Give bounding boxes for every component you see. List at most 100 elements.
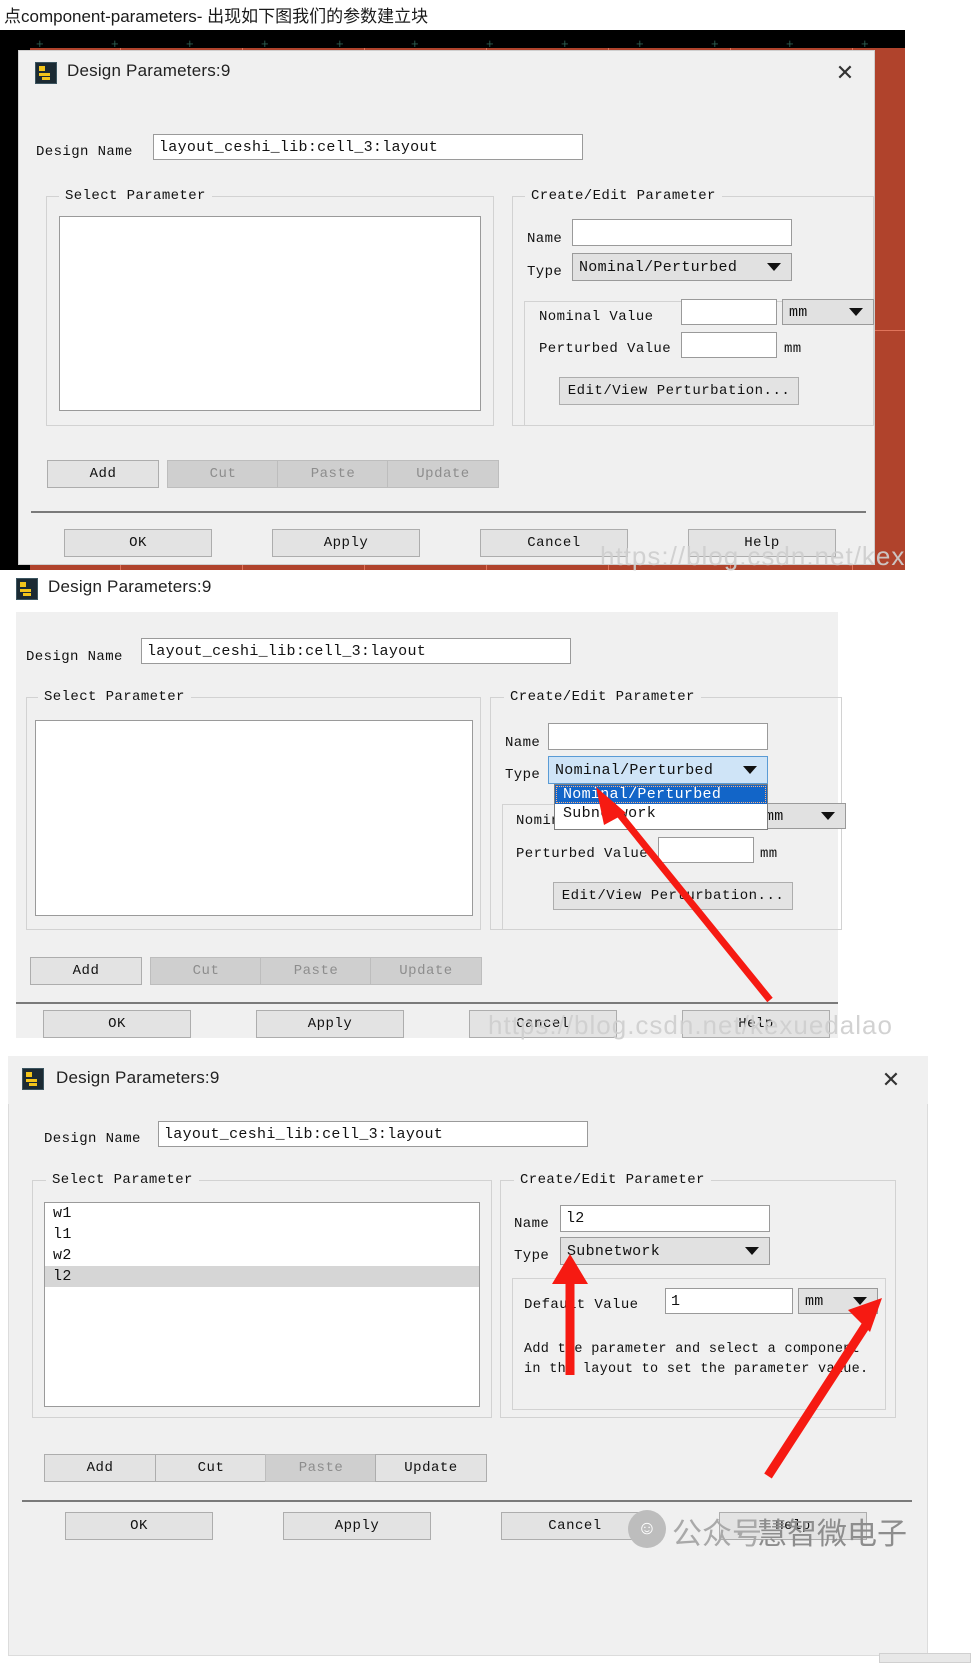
ok-button-bottom[interactable]: OK (65, 1512, 213, 1540)
design-parameters-dialog-middle: Design Parameters:9 Design Name layout_c… (8, 572, 846, 1038)
dialog-divider-bottom (22, 1500, 912, 1502)
default-unit-combobox-bottom[interactable]: mm (798, 1288, 878, 1314)
apply-button-top[interactable]: Apply (272, 529, 420, 557)
add-button-top[interactable]: Add (47, 460, 159, 488)
type-combobox-bottom[interactable]: Subnetwork (560, 1237, 770, 1265)
name-label-middle: Name (505, 735, 541, 751)
edit-view-perturbation-button-top[interactable]: Edit/View Perturbation... (559, 377, 799, 405)
name-label-top: Name (527, 231, 563, 247)
dialog-titlebar-bottom: Design Parameters:9 ✕ (8, 1056, 928, 1104)
watermark-csdn-top: https://blog.csdn.net/kexuedalao (600, 541, 905, 571)
name-input-middle[interactable] (548, 723, 768, 750)
add-button-middle[interactable]: Add (30, 957, 142, 985)
list-item[interactable]: l1 (45, 1224, 479, 1245)
perturbed-unit-label-middle: mm (760, 846, 778, 862)
create-edit-parameter-title-bottom: Create/Edit Parameter (514, 1172, 711, 1188)
paste-button-bottom: Paste (265, 1454, 377, 1482)
perturbed-unit-label-top: mm (784, 341, 802, 357)
apply-button-middle[interactable]: Apply (256, 1010, 404, 1038)
update-button-bottom[interactable]: Update (375, 1454, 487, 1482)
watermark-wechat-name: 慧智微电子 (757, 1518, 907, 1551)
nominal-unit-combobox-top[interactable]: mm (782, 299, 874, 325)
page-bottom-stub (879, 1653, 971, 1663)
design-parameters-icon (22, 1068, 44, 1090)
close-icon[interactable]: ✕ (830, 59, 860, 87)
design-name-label-middle: Design Name (26, 649, 123, 665)
chevron-down-icon (743, 766, 757, 774)
type-combobox-middle[interactable]: Nominal/Perturbed (548, 756, 768, 784)
default-unit-value-bottom: mm (805, 1292, 824, 1310)
select-parameter-title-middle: Select Parameter (38, 689, 191, 705)
watermark-wechat-separator: : (735, 1509, 744, 1542)
parameter-listbox-middle[interactable] (35, 720, 473, 916)
dialog-divider-middle (16, 1002, 838, 1004)
chevron-down-icon (849, 308, 863, 316)
list-item-selected[interactable]: l2 (45, 1266, 479, 1287)
dialog-titlebar-top: Design Parameters:9 ✕ (19, 51, 874, 95)
design-parameters-dialog-top: Design Parameters:9 ✕ Design Name layout… (18, 50, 875, 565)
cut-button-top: Cut (167, 460, 279, 488)
design-parameters-icon (35, 62, 57, 84)
paste-button-top: Paste (277, 460, 389, 488)
perturbed-value-input-middle[interactable] (658, 837, 754, 863)
dialog-titlebar-middle: Design Parameters:9 (8, 572, 838, 616)
type-dropdown-popup-middle[interactable]: Nominal/Perturbed Subnetwork (554, 784, 768, 830)
nominal-value-input-top[interactable] (681, 299, 777, 325)
cancel-button-bottom[interactable]: Cancel (501, 1512, 649, 1540)
name-label-bottom: Name (514, 1216, 550, 1232)
perturbed-value-label-middle: Perturbed Value (516, 846, 649, 862)
canvas-ruler-bar-top (0, 30, 905, 48)
ok-button-top[interactable]: OK (64, 529, 212, 557)
type-label-middle: Type (505, 767, 541, 783)
chevron-down-icon (745, 1247, 759, 1255)
create-edit-parameter-title-top: Create/Edit Parameter (525, 188, 722, 204)
type-combobox-value-bottom: Subnetwork (567, 1242, 661, 1260)
design-parameters-icon (16, 578, 38, 600)
design-name-field-bottom[interactable]: layout_ceshi_lib:cell_3:layout (158, 1121, 588, 1147)
page-caption: 点component-parameters- 出现如下图我们的参数建立块 (4, 7, 429, 26)
nominal-unit-value-top: mm (789, 303, 808, 321)
watermark-wechat-prefix: 公众号 (672, 1518, 762, 1551)
dialog-title-top: Design Parameters:9 (67, 61, 231, 80)
type-option-nominal-perturbed[interactable]: Nominal/Perturbed (555, 785, 767, 804)
default-value-label-bottom: Default Value (524, 1297, 639, 1313)
type-label-bottom: Type (514, 1248, 550, 1264)
design-name-field-middle[interactable]: layout_ceshi_lib:cell_3:layout (141, 638, 571, 664)
add-button-bottom[interactable]: Add (44, 1454, 156, 1482)
chevron-down-icon (853, 1297, 867, 1305)
cut-button-bottom[interactable]: Cut (155, 1454, 267, 1482)
dialog-title-bottom: Design Parameters:9 (56, 1068, 220, 1087)
default-value-input-bottom[interactable]: 1 (665, 1288, 793, 1314)
type-combobox-top[interactable]: Nominal/Perturbed (572, 253, 792, 281)
screenshot-middle: Design Parameters:9 Design Name layout_c… (0, 570, 979, 1045)
watermark-avatar-icon: ☺ (628, 1510, 666, 1548)
update-button-middle: Update (370, 957, 482, 985)
update-button-top: Update (387, 460, 499, 488)
nominal-unit-combobox-middle[interactable]: mm (758, 803, 846, 829)
parameter-listbox-top[interactable] (59, 216, 481, 411)
parameter-listbox-bottom[interactable]: w1 l1 w2 l2 (44, 1202, 480, 1407)
select-parameter-title-top: Select Parameter (59, 188, 212, 204)
edit-view-perturbation-button-middle[interactable]: Edit/View Perturbation... (553, 882, 793, 910)
name-input-top[interactable] (572, 219, 792, 246)
type-combobox-value-middle: Nominal/Perturbed (555, 761, 714, 779)
cut-button-middle: Cut (150, 957, 262, 985)
apply-button-bottom[interactable]: Apply (283, 1512, 431, 1540)
list-item[interactable]: w1 (45, 1203, 479, 1224)
perturbed-value-input-top[interactable] (681, 332, 777, 358)
type-combobox-value-top: Nominal/Perturbed (579, 258, 738, 276)
screenshot-bottom: Design Parameters:9 ✕ Design Name layout… (0, 1050, 979, 1663)
list-item[interactable]: w2 (45, 1245, 479, 1266)
dialog-divider-top (31, 511, 866, 513)
parameter-hint-line2: in the layout to set the parameter value… (524, 1362, 869, 1377)
design-name-label-bottom: Design Name (44, 1131, 141, 1147)
ok-button-middle[interactable]: OK (43, 1010, 191, 1038)
name-input-bottom[interactable]: l2 (560, 1205, 770, 1232)
parameter-hint-line1: Add the parameter and select a component (524, 1342, 861, 1357)
select-parameter-title-bottom: Select Parameter (46, 1172, 199, 1188)
design-name-field-top[interactable]: layout_ceshi_lib:cell_3:layout (153, 134, 583, 160)
type-option-subnetwork[interactable]: Subnetwork (555, 804, 767, 823)
type-label-top: Type (527, 264, 563, 280)
close-icon[interactable]: ✕ (876, 1066, 906, 1094)
screenshot-top: + + + + + + + + + + + + Design Parameter… (0, 30, 905, 575)
